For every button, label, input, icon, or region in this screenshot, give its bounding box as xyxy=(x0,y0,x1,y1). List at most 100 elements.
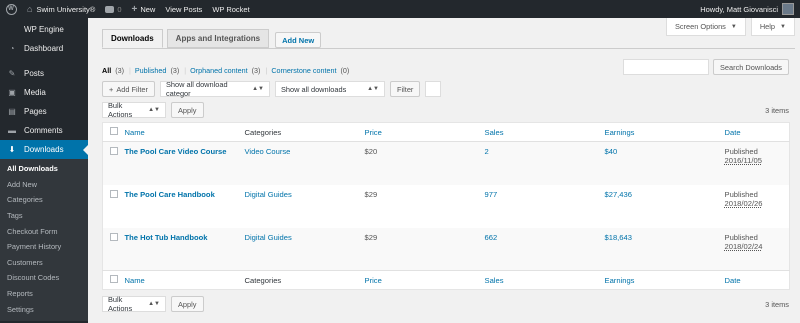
view-cornerstone-count: (0) xyxy=(340,66,350,75)
status-text: Published xyxy=(724,189,758,199)
tabs-divider xyxy=(102,48,795,49)
tab-apps-and-integrations[interactable]: Apps and Integrations xyxy=(166,29,270,48)
screen-meta-links: Screen Options ▼ Help ▼ xyxy=(665,18,795,36)
column-name[interactable]: Name xyxy=(124,122,245,142)
column-name-footer[interactable]: Name xyxy=(124,270,245,290)
download-title-link[interactable]: The Pool Care Handbook xyxy=(125,190,215,199)
view-filters: All (3) | Published (3) | Orphaned conte… xyxy=(102,66,350,75)
submenu-customers[interactable]: Customers xyxy=(0,255,88,271)
add-filter-button[interactable]: + Add Filter xyxy=(102,81,155,97)
help-button[interactable]: Help ▼ xyxy=(750,18,795,36)
sidebar-item-media[interactable]: ▣ Media xyxy=(0,83,88,102)
view-posts-link[interactable]: View Posts xyxy=(160,0,207,18)
bulk-actions-top: Bulk Actions ▲▼ Apply xyxy=(102,101,204,119)
submenu-discount-codes[interactable]: Discount Codes xyxy=(0,270,88,286)
price-cell: $29 xyxy=(364,189,378,199)
nav-tabs: Downloads Apps and Integrations Add New xyxy=(102,29,322,48)
tab-downloads[interactable]: Downloads xyxy=(102,29,163,48)
screen-options-button[interactable]: Screen Options ▼ xyxy=(665,18,746,36)
search-input[interactable] xyxy=(622,59,709,75)
sidebar-item-pages[interactable]: ▤ Pages xyxy=(0,102,88,121)
caret-down-icon: ▼ xyxy=(730,23,737,30)
chevron-down-icon: ▲▼ xyxy=(148,107,160,113)
view-all-link[interactable]: All xyxy=(102,66,111,75)
submenu-payment-history[interactable]: Payment History xyxy=(0,239,88,255)
submenu-add-new[interactable]: Add New xyxy=(0,177,88,193)
download-title-link[interactable]: The Pool Care Video Course xyxy=(125,147,227,156)
column-date-footer[interactable]: Date xyxy=(724,270,790,290)
avatar[interactable] xyxy=(782,3,794,15)
wordpress-logo-icon[interactable]: W xyxy=(0,0,22,18)
bulk-actions-select[interactable]: Bulk Actions ▲▼ xyxy=(102,101,166,119)
submenu-all-downloads[interactable]: All Downloads xyxy=(0,161,88,177)
table-header-row: Name Categories Price Sales Earnings Dat… xyxy=(102,122,790,142)
view-orphaned-link[interactable]: Orphaned content xyxy=(190,66,248,75)
row-checkbox[interactable] xyxy=(103,228,125,271)
earnings-link[interactable]: $40 xyxy=(605,147,618,156)
filter-row: + Add Filter Show all download categor ▲… xyxy=(102,80,442,98)
earnings-link[interactable]: $27,436 xyxy=(605,190,632,199)
sidebar-item-posts[interactable]: ✎ Posts xyxy=(0,64,88,83)
add-new-button[interactable]: Add New xyxy=(275,32,322,48)
column-sales[interactable]: Sales xyxy=(484,122,605,142)
submenu-categories[interactable]: Categories xyxy=(0,192,88,208)
sales-link[interactable]: 2 xyxy=(485,147,489,156)
category-link[interactable]: Video Course xyxy=(245,147,291,156)
category-link[interactable]: Digital Guides xyxy=(245,190,292,199)
column-earnings[interactable]: Earnings xyxy=(604,122,725,142)
submenu-reports[interactable]: Reports xyxy=(0,286,88,302)
column-categories: Categories xyxy=(244,122,365,142)
pushpin-icon: ✎ xyxy=(8,69,16,78)
earnings-link[interactable]: $18,643 xyxy=(605,233,632,242)
sidebar-item-dashboard[interactable]: ◔ Dashboard xyxy=(0,39,88,58)
column-sales-footer[interactable]: Sales xyxy=(484,270,605,290)
row-checkbox[interactable] xyxy=(103,142,125,185)
bulk-actions-select-bottom[interactable]: Bulk Actions ▲▼ xyxy=(102,295,166,313)
admin-sidebar: WP Engine ◔ Dashboard ✎ Posts ▣ Media ▤ … xyxy=(0,18,88,323)
submenu-settings[interactable]: Settings xyxy=(0,301,88,317)
apply-button[interactable]: Apply xyxy=(171,102,204,118)
sidebar-item-wp-engine[interactable]: WP Engine xyxy=(0,20,88,39)
media-icon: ▣ xyxy=(8,88,16,97)
download-title-link[interactable]: The Hot Tub Handbook xyxy=(125,233,208,242)
column-earnings-footer[interactable]: Earnings xyxy=(604,270,725,290)
filter-extra-box[interactable] xyxy=(425,81,442,97)
my-account-link[interactable]: Howdy, Matt Giovanisci xyxy=(695,0,778,18)
site-name-link[interactable]: ⌂ Swim University® xyxy=(22,0,100,18)
download-icon: ⬇ xyxy=(8,145,16,154)
category-link[interactable]: Digital Guides xyxy=(245,233,292,242)
category-select[interactable]: Show all download categor ▲▼ xyxy=(159,80,270,98)
submenu-checkout-form[interactable]: Checkout Form xyxy=(0,223,88,239)
downloads-submenu: All Downloads Add New Categories Tags Ch… xyxy=(0,159,88,321)
column-date[interactable]: Date xyxy=(724,122,790,142)
chevron-down-icon: ▲▼ xyxy=(367,86,379,92)
status-text: Published xyxy=(724,232,758,242)
sales-link[interactable]: 977 xyxy=(485,190,498,199)
plus-icon: + xyxy=(131,3,138,15)
comments-link[interactable]: 0 xyxy=(100,0,126,18)
downloads-select[interactable]: Show all downloads ▲▼ xyxy=(274,81,385,97)
apply-button-bottom[interactable]: Apply xyxy=(171,296,204,312)
status-text: Published xyxy=(724,147,758,156)
pages-icon: ▤ xyxy=(8,107,16,116)
filter-button[interactable]: Filter xyxy=(389,81,421,97)
sidebar-item-downloads[interactable]: ⬇ Downloads xyxy=(0,140,88,159)
search-downloads-button[interactable]: Search Downloads xyxy=(712,59,789,75)
view-published-link[interactable]: Published xyxy=(135,66,167,75)
main-content: Screen Options ▼ Help ▼ Downloads Apps a… xyxy=(88,18,800,323)
select-all-checkbox-footer[interactable] xyxy=(102,270,125,290)
price-cell: $29 xyxy=(364,232,378,242)
comments-icon: ▬ xyxy=(8,126,16,135)
row-checkbox[interactable] xyxy=(103,185,125,228)
wp-rocket-link[interactable]: WP Rocket xyxy=(207,0,254,18)
new-content-link[interactable]: + New xyxy=(126,0,160,18)
submenu-tags[interactable]: Tags xyxy=(0,208,88,224)
select-all-checkbox[interactable] xyxy=(102,122,125,142)
view-cornerstone-link[interactable]: Cornerstone content xyxy=(271,66,336,75)
column-price[interactable]: Price xyxy=(364,122,485,142)
view-orphaned-count: (3) xyxy=(251,66,261,75)
sales-link[interactable]: 662 xyxy=(485,233,498,242)
bulk-actions-bottom: Bulk Actions ▲▼ Apply xyxy=(102,295,204,313)
column-price-footer[interactable]: Price xyxy=(364,270,485,290)
sidebar-item-comments[interactable]: ▬ Comments xyxy=(0,121,88,140)
